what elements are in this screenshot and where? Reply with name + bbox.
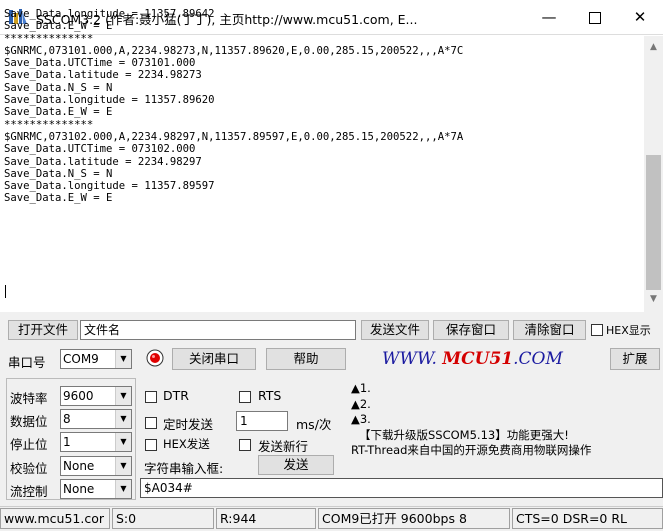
close-port-button[interactable]: 关闭串口 xyxy=(172,348,256,370)
save-window-button[interactable]: 保存窗口 xyxy=(433,320,509,340)
send-newline-label: 发送新行 xyxy=(258,439,309,454)
receive-line: Save_Data.UTCTime = 073102.000 xyxy=(4,143,196,156)
brand-link[interactable]: WWW. MCU51.COM xyxy=(382,348,602,370)
string-input-label: 字符串输入框: xyxy=(144,461,224,476)
text-cursor xyxy=(5,285,6,298)
flow-control-select[interactable]: None ▼ xyxy=(60,479,132,499)
open-file-button[interactable]: 打开文件 xyxy=(8,320,78,340)
receive-line: Save_Data.longitude = 11357.89620 xyxy=(4,94,215,107)
scroll-down-icon[interactable]: ▼ xyxy=(644,294,663,310)
info-line-2: ▲2. xyxy=(351,396,371,411)
hex-send-label: HEX发送 xyxy=(163,437,210,451)
port-select-value: COM9 xyxy=(63,352,99,366)
chevron-down-icon: ▼ xyxy=(115,480,131,498)
status-received-count: R:944 xyxy=(216,508,316,529)
send-newline-checkbox[interactable] xyxy=(239,439,251,451)
receive-line: Save_Data.E_W = E xyxy=(4,106,113,119)
receive-line: Save_Data.latitude = 2234.98297 xyxy=(4,155,202,168)
receive-line: Save_Data.E_W = E xyxy=(4,20,113,33)
send-file-button[interactable]: 发送文件 xyxy=(361,320,429,340)
stop-bits-select-value: 1 xyxy=(63,435,71,449)
receive-line: Save_Data.longitude = 11357.89642 xyxy=(4,8,215,20)
parity-label: 校验位 xyxy=(10,461,48,476)
timed-send-label: 定时发送 xyxy=(163,417,214,432)
data-bits-label: 数据位 xyxy=(10,414,48,429)
receive-line: ************** xyxy=(4,118,94,131)
filename-field[interactable]: 文件名 xyxy=(80,320,356,340)
chevron-down-icon: ▼ xyxy=(115,387,131,405)
dtr-label: DTR xyxy=(163,388,189,403)
baud-label: 波特率 xyxy=(10,391,48,406)
baud-select-value: 9600 xyxy=(63,389,94,403)
rt-thread-link[interactable]: RT-Thread来自中国的开源免费商用物联网操作 xyxy=(351,443,663,459)
timed-send-checkbox[interactable] xyxy=(145,417,157,429)
parity-select[interactable]: None ▼ xyxy=(60,456,132,476)
dtr-checkbox[interactable] xyxy=(145,391,157,403)
receive-line: Save_Data.latitude = 2234.98273 xyxy=(4,69,202,82)
brand-prefix: WWW. xyxy=(382,349,437,369)
status-site: www.mcu51.cor xyxy=(0,508,110,529)
info-line-3: ▲3. xyxy=(351,412,371,426)
stop-bits-select[interactable]: 1 ▼ xyxy=(60,432,132,452)
receive-line: $GNRMC,073102.000,A,2234.98297,N,11357.8… xyxy=(4,130,464,143)
scroll-thumb[interactable] xyxy=(646,155,661,290)
stop-bits-label: 停止位 xyxy=(10,437,48,452)
expand-button[interactable]: 扩展 xyxy=(610,348,660,370)
info-panel: ▲1. ▲2. ▲3. 【下载升级版SSCOM5.13】功能更强大! RT-Th… xyxy=(351,381,663,473)
receive-line: Save_Data.N_S = N xyxy=(4,167,113,180)
receive-line: Save_Data.longitude = 11357.89597 xyxy=(4,180,215,193)
info-line-1: ▲1. xyxy=(351,381,371,395)
upgrade-link[interactable]: 【下载升级版SSCOM5.13】功能更强大! xyxy=(351,428,663,444)
data-bits-select-value: 8 xyxy=(63,412,71,426)
flow-control-select-value: None xyxy=(63,482,95,496)
receive-text: Save_Data.longitude = 11357.89642 Save_Da… xyxy=(4,8,640,274)
chevron-down-icon: ▼ xyxy=(115,433,131,451)
brand-main: MCU51 xyxy=(442,349,514,369)
chevron-down-icon: ▼ xyxy=(115,457,131,475)
rts-label: RTS xyxy=(258,388,282,403)
scroll-up-icon[interactable]: ▲ xyxy=(644,42,663,58)
receive-line: ************** xyxy=(4,32,94,45)
data-bits-select[interactable]: 8 ▼ xyxy=(60,409,132,429)
receive-line: Save_Data.UTCTime = 073101.000 xyxy=(4,57,196,70)
receive-line: $GNRMC,073101.000,A,2234.98273,N,11357.8… xyxy=(4,44,464,57)
receive-line: Save_Data.E_W = E xyxy=(4,192,113,205)
interval-unit-label: ms/次 xyxy=(296,417,332,432)
port-status-icon xyxy=(146,349,164,367)
flow-control-label: 流控制 xyxy=(10,484,48,499)
port-label: 串口号 xyxy=(8,355,46,370)
hex-send-checkbox[interactable] xyxy=(145,439,157,451)
status-port-state: COM9已打开 9600bps 8 xyxy=(318,508,510,529)
send-button[interactable]: 发送 xyxy=(258,455,334,475)
rts-checkbox[interactable] xyxy=(239,391,251,403)
send-text-input[interactable]: $A034# xyxy=(140,478,663,498)
brand-suffix: .COM xyxy=(513,349,563,369)
status-sent-count: S:0 xyxy=(112,508,214,529)
parity-select-value: None xyxy=(63,459,95,473)
baud-select[interactable]: 9600 ▼ xyxy=(60,386,132,406)
clear-window-button[interactable]: 清除窗口 xyxy=(513,320,586,340)
hex-display-checkbox[interactable] xyxy=(591,324,603,336)
status-signals: CTS=0 DSR=0 RL xyxy=(512,508,663,529)
chevron-down-icon: ▼ xyxy=(115,350,131,368)
chevron-down-icon: ▼ xyxy=(115,410,131,428)
help-button[interactable]: 帮助 xyxy=(266,348,346,370)
receive-line: Save_Data.N_S = N xyxy=(4,81,113,94)
hex-display-label: HEX显示 xyxy=(606,324,651,337)
interval-input[interactable]: 1 xyxy=(236,411,288,431)
port-select[interactable]: COM9 ▼ xyxy=(60,349,132,369)
